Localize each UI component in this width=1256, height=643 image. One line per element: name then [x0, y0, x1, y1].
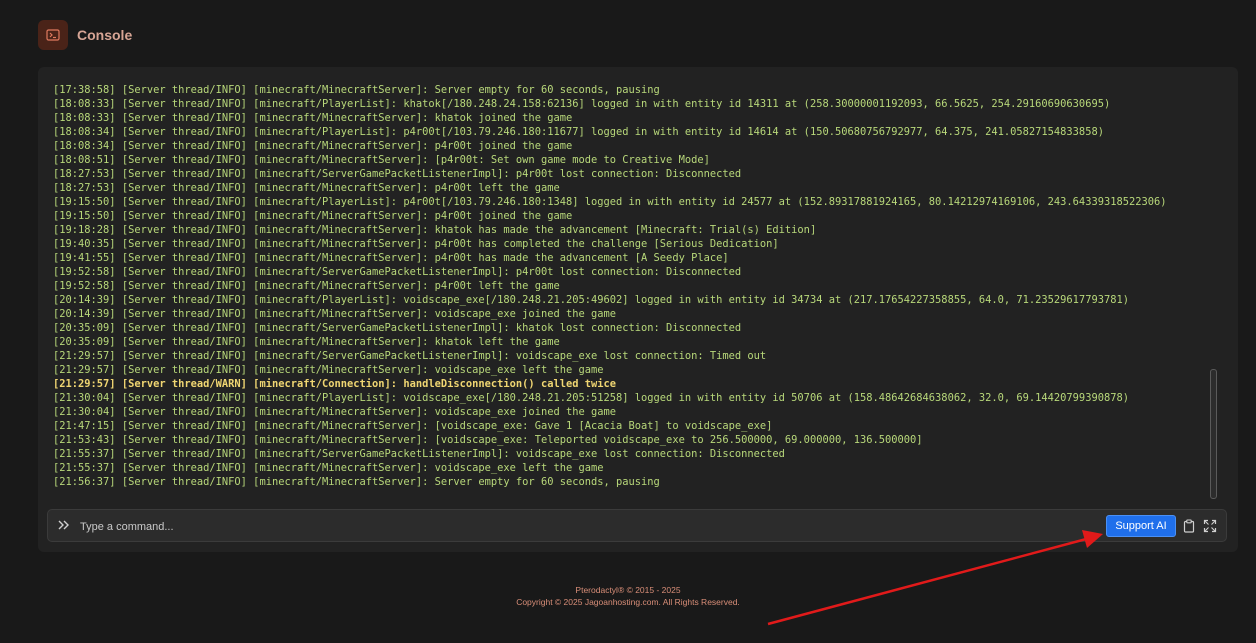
console-scrollbar[interactable]	[1208, 81, 1217, 501]
scrollbar-thumb[interactable]	[1210, 369, 1217, 499]
log-line: [21:30:04] [Server thread/INFO] [minecra…	[53, 392, 1129, 404]
console-output[interactable]: [17:38:58] [Server thread/INFO] [minecra…	[53, 83, 1203, 503]
console-panel: [17:38:58] [Server thread/INFO] [minecra…	[38, 67, 1238, 552]
log-line: [21:53:43] [Server thread/INFO] [minecra…	[53, 434, 923, 446]
log-line: [18:27:53] [Server thread/INFO] [minecra…	[53, 182, 560, 194]
log-line: [21:56:37] [Server thread/INFO] [minecra…	[53, 476, 660, 488]
terminal-icon	[38, 20, 68, 50]
expand-icon[interactable]	[1203, 519, 1217, 533]
page-title: Console	[77, 27, 133, 43]
command-bar: Support AI	[47, 509, 1227, 542]
log-line: [18:08:34] [Server thread/INFO] [minecra…	[53, 140, 573, 152]
log-line: [19:15:50] [Server thread/INFO] [minecra…	[53, 210, 573, 222]
log-line: [20:14:39] [Server thread/INFO] [minecra…	[53, 308, 617, 320]
log-line: [19:41:55] [Server thread/INFO] [minecra…	[53, 252, 729, 264]
log-line-warn: [21:29:57] [Server thread/WARN] [minecra…	[53, 378, 617, 390]
log-line: [17:38:58] [Server thread/INFO] [minecra…	[53, 84, 660, 96]
command-input[interactable]	[78, 516, 1102, 538]
log-line: [21:55:37] [Server thread/INFO] [minecra…	[53, 448, 785, 460]
log-line: [18:08:33] [Server thread/INFO] [minecra…	[53, 112, 573, 124]
clipboard-icon[interactable]	[1182, 519, 1196, 533]
log-line: [18:08:34] [Server thread/INFO] [minecra…	[53, 126, 1104, 138]
log-line: [18:08:51] [Server thread/INFO] [minecra…	[53, 154, 710, 166]
log-line: [19:40:35] [Server thread/INFO] [minecra…	[53, 238, 779, 250]
log-line: [20:14:39] [Server thread/INFO] [minecra…	[53, 294, 1129, 306]
log-line: [20:35:09] [Server thread/INFO] [minecra…	[53, 322, 742, 334]
log-line: [21:29:57] [Server thread/INFO] [minecra…	[53, 364, 604, 376]
log-line: [19:18:28] [Server thread/INFO] [minecra…	[53, 224, 817, 236]
footer-brand: Pterodactyl® © 2015 - 2025	[575, 585, 681, 595]
log-line: [21:47:15] [Server thread/INFO] [minecra…	[53, 420, 773, 432]
footer: Pterodactyl® © 2015 - 2025 Copyright © 2…	[0, 584, 1256, 608]
log-line: [21:55:37] [Server thread/INFO] [minecra…	[53, 462, 604, 474]
support-ai-button[interactable]: Support AI	[1106, 515, 1176, 537]
log-line: [20:35:09] [Server thread/INFO] [minecra…	[53, 336, 560, 348]
log-line: [19:15:50] [Server thread/INFO] [minecra…	[53, 196, 1167, 208]
footer-copyright: Copyright © 2025 Jagoanhosting.com. All …	[516, 597, 740, 607]
log-line: [18:08:33] [Server thread/INFO] [minecra…	[53, 98, 1111, 110]
log-line: [18:27:53] [Server thread/INFO] [minecra…	[53, 168, 742, 180]
page-header: Console	[38, 20, 132, 50]
log-line: [21:30:04] [Server thread/INFO] [minecra…	[53, 406, 617, 418]
log-line: [21:29:57] [Server thread/INFO] [minecra…	[53, 350, 767, 362]
double-chevron-right-icon	[58, 520, 69, 530]
log-line: [19:52:58] [Server thread/INFO] [minecra…	[53, 266, 742, 278]
log-line: [19:52:58] [Server thread/INFO] [minecra…	[53, 280, 560, 292]
